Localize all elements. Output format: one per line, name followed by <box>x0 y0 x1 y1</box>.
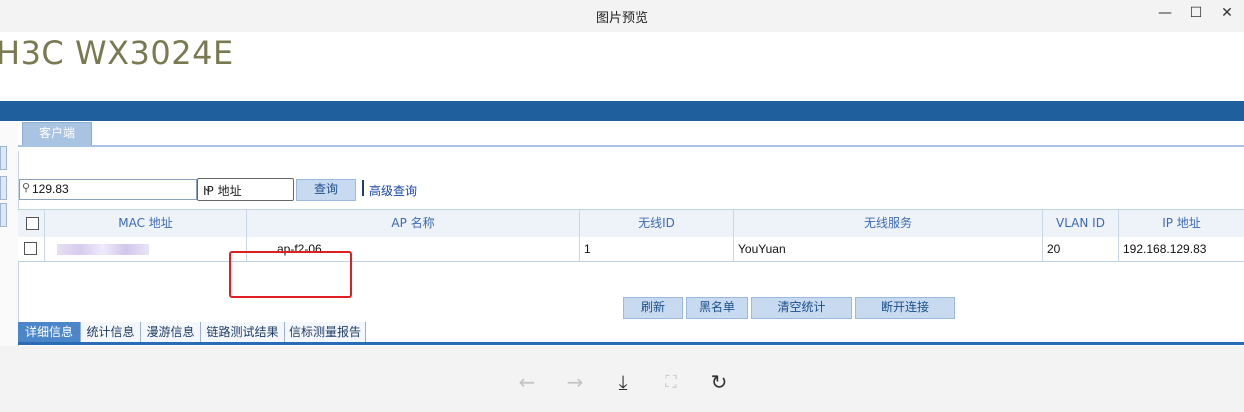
fit-screen-icon[interactable]: ⛶ <box>659 371 683 395</box>
tab-roaming-info[interactable]: 漫游信息 <box>141 322 201 342</box>
blacklist-button[interactable]: 黑名单 <box>686 297 748 319</box>
disconnect-button[interactable]: 断开连接 <box>855 297 955 319</box>
minimize-button[interactable]: — <box>1150 4 1180 22</box>
download-icon[interactable]: ⤓ <box>611 371 635 395</box>
header-blue-bar <box>0 101 1244 121</box>
search-icon: ⚲ <box>22 181 31 194</box>
bottom-tab-underline <box>18 342 1244 345</box>
tab-client[interactable]: 客户端 <box>22 122 92 146</box>
query-button[interactable]: 查询 <box>296 179 356 201</box>
column-header-ap-name[interactable]: AP 名称 <box>246 210 579 237</box>
window-title: 图片预览 <box>595 11 648 26</box>
vlan-id-cell: 20 <box>1042 237 1118 261</box>
redacted-mac <box>57 244 149 255</box>
tab-underline <box>18 145 1244 147</box>
wireless-service-cell: YouYuan <box>733 237 1042 261</box>
field-select[interactable]: IP 地址 ⌄ <box>197 178 294 201</box>
column-header-wireless-id[interactable]: 无线ID <box>579 210 733 237</box>
select-all-checkbox[interactable] <box>26 217 39 230</box>
column-header-vlan-id[interactable]: VLAN ID <box>1042 210 1118 237</box>
tab-detail-info[interactable]: 详细信息 <box>18 322 81 342</box>
advanced-query-link[interactable]: 高级查询 <box>369 182 417 199</box>
separator <box>362 180 364 196</box>
row-select-cell <box>18 237 44 261</box>
search-input[interactable] <box>32 180 192 197</box>
close-button[interactable]: ✕ <box>1212 4 1242 22</box>
table-row[interactable]: ap-f2-06 1 YouYuan 20 192.168.129.83 <box>18 237 1244 262</box>
mac-cell <box>44 237 246 261</box>
search-input-wrapper: ⚲ <box>19 179 197 200</box>
rotate-icon[interactable]: ↻ <box>707 371 731 395</box>
brand-title: H3C WX3024E <box>0 34 234 72</box>
image-preview-area: H3C WX3024E 客户端 ⚲ IP 地址 ⌄ 查询 高级查询 MAC 地址… <box>0 32 1244 346</box>
tab-link-test-result[interactable]: 链路测试结果 <box>201 322 285 342</box>
client-table: MAC 地址 AP 名称 无线ID 无线服务 VLAN ID IP 地址 ap-… <box>18 209 1244 263</box>
select-all-cell <box>18 210 44 237</box>
highlight-annotation-box <box>229 251 352 298</box>
maximize-button[interactable]: ☐ <box>1181 4 1211 22</box>
window-titlebar: 图片预览 — ☐ ✕ <box>0 0 1244 32</box>
column-header-wireless-service[interactable]: 无线服务 <box>733 210 1042 237</box>
row-checkbox[interactable] <box>24 242 37 255</box>
refresh-button[interactable]: 刷新 <box>623 297 683 319</box>
tab-stats-info[interactable]: 统计信息 <box>81 322 141 342</box>
clear-stats-button[interactable]: 清空统计 <box>751 297 852 319</box>
table-header: MAC 地址 AP 名称 无线ID 无线服务 VLAN ID IP 地址 <box>18 209 1244 238</box>
chevron-down-icon: ⌄ <box>203 181 213 194</box>
tab-beacon-report[interactable]: 信标测量报告 <box>285 322 366 342</box>
previous-arrow-icon[interactable]: ← <box>515 371 539 395</box>
column-header-mac[interactable]: MAC 地址 <box>44 210 246 237</box>
left-panel-edge <box>0 121 19 346</box>
left-nav-stub[interactable] <box>0 146 7 170</box>
next-arrow-icon[interactable]: → <box>563 371 587 395</box>
left-nav-stub[interactable] <box>0 176 7 200</box>
left-nav-stub[interactable] <box>0 203 7 227</box>
column-header-ip[interactable]: IP 地址 <box>1118 210 1244 237</box>
ip-cell: 192.168.129.83 <box>1118 237 1244 261</box>
wireless-id-cell: 1 <box>579 237 733 261</box>
